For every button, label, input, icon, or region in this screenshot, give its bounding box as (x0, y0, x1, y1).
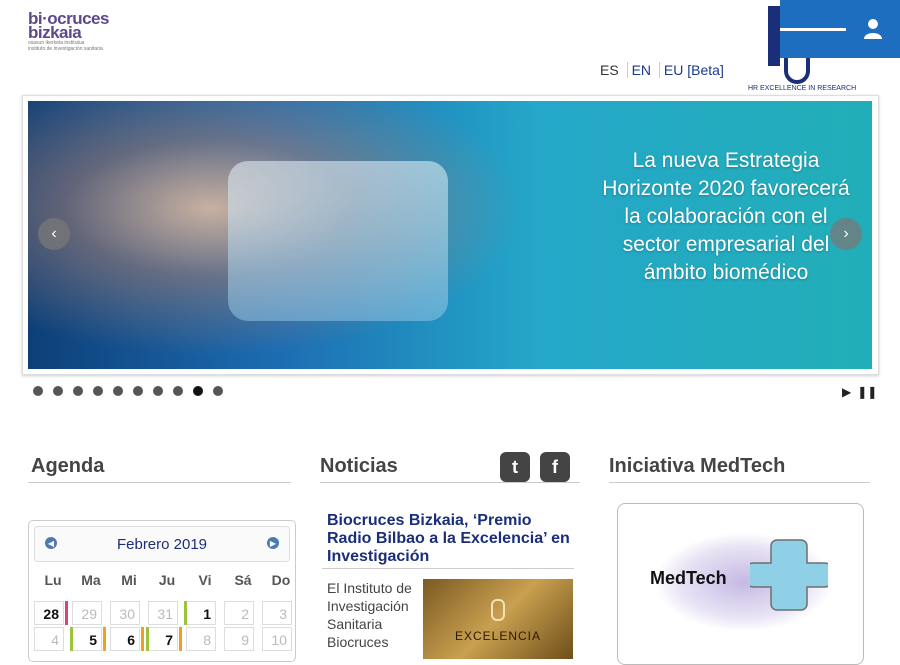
hr-badge-text: HR EXCELLENCE IN RESEARCH (748, 85, 857, 92)
weekday: Ju (158, 572, 176, 588)
news-headline[interactable]: Biocruces Bizkaia, ‘Premio Radio Bilbao … (327, 512, 577, 566)
twitter-icon[interactable]: t (500, 452, 530, 482)
slider-dot[interactable] (93, 386, 103, 396)
weekday: Lu (44, 572, 62, 588)
agenda-divider (28, 482, 291, 483)
news-divider (322, 568, 574, 569)
slider-dot[interactable] (73, 386, 83, 396)
user-button[interactable] (846, 0, 900, 58)
play-icon[interactable]: ▶ (842, 385, 851, 399)
slider-dot[interactable] (113, 386, 123, 396)
medtech-cross-icon (750, 539, 828, 611)
news-excerpt: El Instituto de Investigación Sanitaria … (327, 580, 412, 650)
noticias-divider (320, 482, 580, 483)
news-image-text: EXCELENCIA (454, 629, 542, 643)
hr-logo-bar (768, 6, 780, 66)
event-marker (141, 627, 144, 651)
weekday-row: Lu Ma Mi Ju Vi Sá Do (34, 572, 300, 588)
calendar-day[interactable]: 4 (34, 627, 64, 651)
user-icon (864, 19, 882, 39)
top-actions (780, 0, 900, 58)
lang-eu[interactable]: EU [Beta] (658, 62, 728, 78)
event-marker (65, 601, 68, 625)
calendar-day[interactable]: 31 (148, 601, 178, 625)
slider-dot[interactable] (33, 386, 43, 396)
slide-image[interactable]: La nueva Estrategia Horizonte 2020 favor… (28, 101, 872, 369)
lang-en[interactable]: EN (626, 62, 656, 78)
calendar-day[interactable]: 28 (34, 601, 64, 625)
calendar-day[interactable]: 1 (186, 601, 216, 625)
microphone-icon (491, 599, 505, 621)
slider-dot[interactable] (213, 386, 223, 396)
calendar-header: ◀ Febrero 2019 ▶ (34, 526, 290, 562)
calendar-day[interactable]: 2 (224, 601, 254, 625)
medtech-divider (609, 482, 870, 483)
event-marker (70, 627, 73, 651)
weekday: Do (271, 572, 291, 588)
next-month-icon[interactable]: ▶ (267, 537, 279, 549)
weekday: Sá (234, 572, 252, 588)
biocruces-logo[interactable]: bi·ocruces bizkaia osasun ikerketa insti… (28, 10, 148, 52)
slider-dots (33, 386, 233, 396)
weekday: Mi (121, 572, 137, 588)
slider-dot[interactable] (153, 386, 163, 396)
logo-line2: bizkaia (28, 23, 82, 42)
slider-dot[interactable] (133, 386, 143, 396)
slider-dot[interactable] (173, 386, 183, 396)
event-marker (103, 627, 106, 651)
calendar-day[interactable]: 3 (262, 601, 292, 625)
slider-controls: ▶ ❚❚ (842, 385, 877, 399)
event-marker (179, 627, 182, 651)
calendar-day[interactable]: 5 (72, 627, 102, 651)
logo-sub2: instituto de investigación sanitaria (28, 46, 103, 52)
calendar-day[interactable]: 7 (148, 627, 178, 651)
weekday: Vi (198, 572, 212, 588)
calendar-day[interactable]: 29 (72, 601, 102, 625)
calendar-day[interactable]: 9 (224, 627, 254, 651)
news-image[interactable]: EXCELENCIA (423, 579, 573, 659)
slider-dot[interactable] (53, 386, 63, 396)
medtech-card[interactable]: MedTech (617, 503, 864, 665)
weekday: Ma (81, 572, 101, 588)
event-marker (146, 627, 149, 651)
event-marker (184, 601, 187, 625)
language-selector: ES EN EU [Beta] (600, 62, 728, 78)
slider-dot[interactable] (193, 386, 203, 396)
slider-prev-button[interactable]: ‹ (38, 218, 70, 250)
calendar-day[interactable]: 6 (110, 627, 140, 651)
hero-slider: La nueva Estrategia Horizonte 2020 favor… (22, 95, 879, 375)
calendar: ◀ Febrero 2019 ▶ Lu Ma Mi Ju Vi Sá Do 28… (28, 520, 296, 662)
calendar-day[interactable]: 30 (110, 601, 140, 625)
agenda-title: Agenda (31, 455, 105, 477)
slide-caption: La nueva Estrategia Horizonte 2020 favor… (602, 149, 850, 284)
noticias-title: Noticias (320, 455, 398, 477)
calendar-day[interactable]: 10 (262, 627, 292, 651)
menu-button[interactable] (780, 0, 846, 58)
hamburger-icon (780, 24, 846, 35)
microscope-shape (228, 161, 448, 321)
medtech-title: Iniciativa MedTech (609, 455, 786, 477)
lang-es[interactable]: ES (600, 62, 623, 78)
facebook-icon[interactable]: f (540, 452, 570, 482)
calendar-day[interactable]: 8 (186, 627, 216, 651)
medtech-label: MedTech (650, 568, 727, 588)
calendar-month: Febrero 2019 (116, 536, 208, 553)
slider-next-button[interactable]: › (830, 218, 862, 250)
pause-icon[interactable]: ❚❚ (857, 385, 877, 399)
